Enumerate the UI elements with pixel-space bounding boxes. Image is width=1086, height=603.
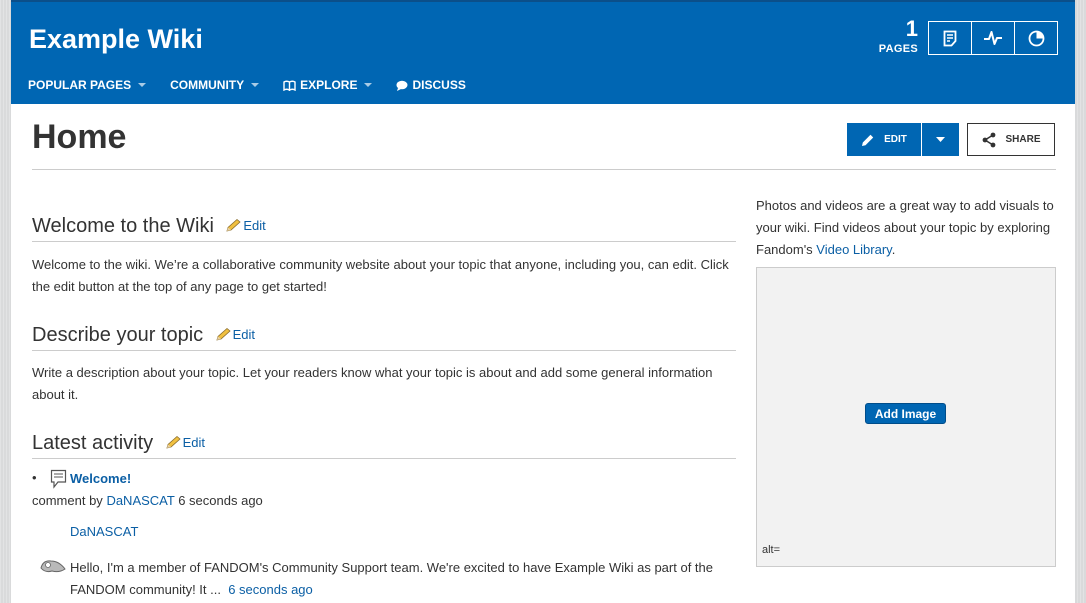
title-divider [32,169,1056,170]
book-icon [283,80,296,91]
rail-description: Photos and videos are a great way to add… [756,195,1058,261]
author-link[interactable]: DaNASCAT [70,524,138,539]
rail-text-end: . [891,242,896,257]
avatar[interactable] [39,558,67,579]
meta-prefix: comment by [32,493,103,508]
user-link[interactable]: DaNASCAT [106,493,174,508]
pencil-icon [166,435,181,449]
nav-discuss[interactable]: DISCUSS [396,78,466,92]
edit-link-label: Edit [182,434,206,450]
share-label: SHARE [1005,134,1041,145]
section-text: Write a description about your topic. Le… [32,365,713,402]
wiki-tools [928,21,1058,55]
video-library-link[interactable]: Video Library [816,242,891,257]
page: Example Wiki POPULAR PAGES COMMUNITY EXP… [11,0,1075,603]
section-heading-describe: Describe your topic Edit [32,324,736,351]
activity-time: 6 seconds ago [178,493,263,508]
activity-comment: Hello, I'm a member of FANDOM's Communit… [70,557,740,601]
speech-bubble-icon [396,80,408,91]
section-edit-link[interactable]: Edit [226,217,266,233]
nav-label: DISCUSS [412,78,466,92]
pages-label: PAGES [878,43,918,55]
insights-icon[interactable] [1015,22,1057,54]
chevron-down-icon [364,83,373,87]
edit-button[interactable]: EDIT [847,123,921,156]
edit-label: EDIT [884,134,907,145]
section-title: Latest activity [32,432,154,454]
page-icon[interactable] [929,22,972,54]
section-text: Welcome to the wiki. We’re a collaborati… [32,257,729,294]
activity-title-link[interactable]: Welcome! [70,471,131,486]
section-heading-activity: Latest activity Edit [32,432,736,459]
comment-time-link[interactable]: 6 seconds ago [228,582,313,597]
add-image-button[interactable]: Add Image [865,403,946,424]
rail-text: Photos and videos are a great way to add… [756,198,1054,257]
nav-label: POPULAR PAGES [28,78,132,92]
nav-explore[interactable]: EXPLORE [283,78,373,92]
section-title: Welcome to the Wiki [32,215,214,237]
edit-button-group: EDIT [847,123,959,156]
activity-icon[interactable] [972,22,1015,54]
wiki-nav: POPULAR PAGES COMMUNITY EXPLORE DISCUSS [28,78,490,92]
pages-count: 1 [905,16,918,41]
activity-meta: comment by DaNASCAT 6 seconds ago [32,493,263,508]
comment-icon [50,469,67,494]
section-edit-link[interactable]: Edit [216,327,255,342]
edit-dropdown-button[interactable] [921,123,959,156]
chevron-down-icon [138,83,147,87]
edit-link-label: Edit [232,326,256,342]
wiki-header: Example Wiki POPULAR PAGES COMMUNITY EXP… [11,0,1075,104]
chevron-down-icon [251,83,260,87]
pages-counter[interactable]: 1 PAGES [868,16,918,56]
nav-community[interactable]: COMMUNITY [170,78,260,92]
section-edit-link[interactable]: Edit [166,435,205,450]
pencil-icon [862,134,874,146]
section-title: Describe your topic [32,324,204,346]
chevron-down-icon [936,137,945,142]
share-icon [983,132,996,147]
page-title: Home [32,118,127,156]
share-button[interactable]: SHARE [967,123,1055,156]
comment-text: Hello, I'm a member of FANDOM's Communit… [70,560,713,597]
alt-text: alt= [762,544,781,556]
list-bullet: • [32,470,37,485]
image-placeholder: Add Image alt= [756,267,1056,567]
section-heading-welcome: Welcome to the Wiki Edit [32,215,736,242]
edit-link-label: Edit [243,217,266,233]
wiki-name[interactable]: Example Wiki [29,24,203,55]
pencil-icon [216,327,231,341]
nav-popular-pages[interactable]: POPULAR PAGES [28,78,147,92]
pencil-icon [226,218,241,232]
nav-label: EXPLORE [300,78,358,92]
nav-label: COMMUNITY [170,78,245,92]
